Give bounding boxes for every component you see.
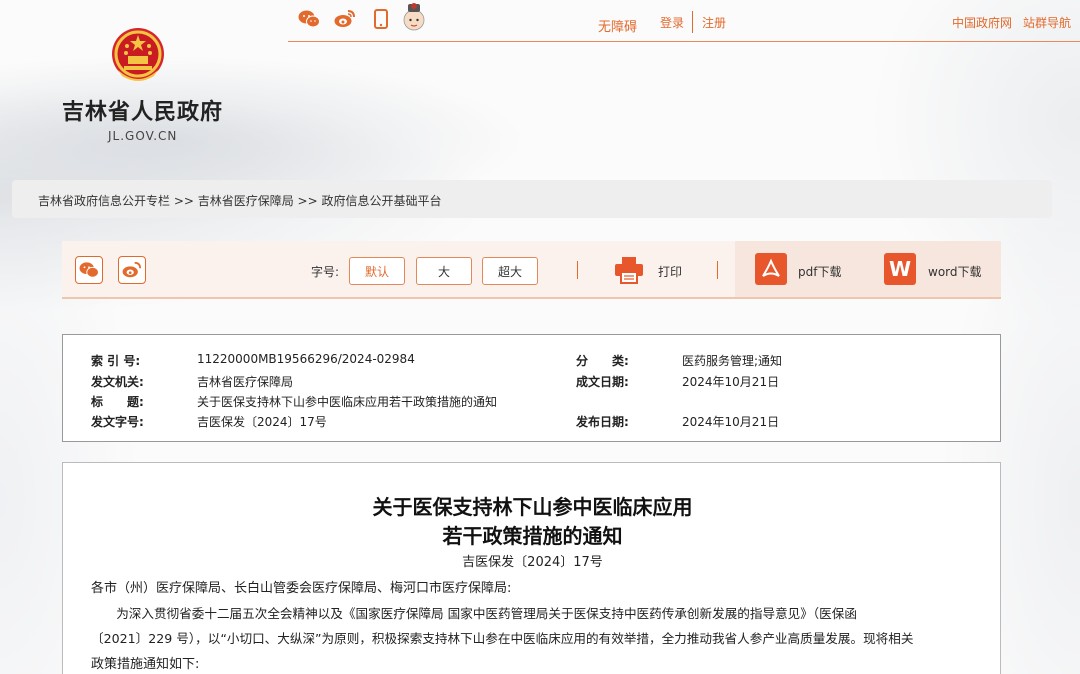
font-size-label: 字号: xyxy=(311,265,340,279)
meta-written-label: 成文日期: xyxy=(576,375,629,389)
meta-docno-value: 吉医保发〔2024〕17号 xyxy=(197,415,327,429)
word-download-button[interactable]: word下载 xyxy=(928,263,982,280)
article-paragraph-line: 为深入贯彻省委十二届五次全会精神以及《国家医疗保障局 国家中医药管理局关于医保支… xyxy=(91,606,857,621)
weibo-icon xyxy=(122,261,141,278)
toolbar-separator xyxy=(577,261,578,279)
meta-index-value: 11220000MB19566296/2024-02984 xyxy=(197,352,415,366)
pdf-icon[interactable] xyxy=(755,253,787,285)
article-paragraph-line: 政策措施通知如下: xyxy=(91,657,200,672)
download-panel: pdf下载 W word下载 xyxy=(735,241,1001,297)
share-wechat-button[interactable] xyxy=(75,256,103,284)
meta-issuer-label: 发文机关: xyxy=(91,375,144,389)
china-gov-link[interactable]: 中国政府网 xyxy=(952,14,1012,31)
register-link[interactable]: 注册 xyxy=(702,14,726,31)
top-separator xyxy=(692,11,693,33)
wechat-icon[interactable] xyxy=(298,8,320,30)
weibo-icon[interactable] xyxy=(334,8,356,30)
avatar-icon[interactable] xyxy=(402,2,426,32)
article-paragraph-line: 〔2021〕229 号），以“小切口、大纵深”为原则，积极探索支持林下山参在中医… xyxy=(91,631,914,646)
font-xlarge-button[interactable]: 超大 xyxy=(482,257,538,285)
article-title-line1: 关于医保支持林下山参中医临床应用 xyxy=(372,495,693,519)
article-body: 关于医保支持林下山参中医临床应用 若干政策措施的通知 吉医保发〔2024〕17号… xyxy=(62,462,1001,674)
word-icon[interactable]: W xyxy=(884,253,916,285)
meta-index-label: 索 引 号: xyxy=(91,354,141,368)
article-addressee: 各市（州）医疗保障局、长白山管委会医疗保障局、梅河口市医疗保障局: xyxy=(91,581,512,596)
pdf-download-button[interactable]: pdf下载 xyxy=(798,263,841,280)
meta-issuer-value: 吉林省医疗保障局 xyxy=(197,375,294,389)
site-nav-link[interactable]: 站群导航 xyxy=(1023,14,1071,31)
breadcrumb-bar: 吉林省政府信息公开专栏 >> 吉林省医疗保障局 >> 政府信息公开基础平台 xyxy=(12,180,1052,218)
meta-title-value: 关于医保支持林下山参中医临床应用若干政策措施的通知 xyxy=(197,395,498,409)
login-link[interactable]: 登录 xyxy=(660,14,684,31)
print-button[interactable]: 打印 xyxy=(658,263,682,280)
mobile-icon[interactable] xyxy=(370,8,392,30)
top-bar: 无障碍 登录 注册 中国政府网 站群导航 xyxy=(288,0,1080,42)
meta-docno-label: 发文字号: xyxy=(91,415,144,429)
article-title-line2: 若干政策措施的通知 xyxy=(442,524,623,548)
article-doc-number: 吉医保发〔2024〕17号 xyxy=(462,555,603,570)
share-weibo-button[interactable] xyxy=(118,256,146,284)
meta-title-label: 标 题: xyxy=(91,395,144,409)
meta-published-value: 2024年10月21日 xyxy=(682,415,780,429)
article-toolbar: 字号: 默认 大 超大 打印 pdf下载 W word下载 xyxy=(62,241,1001,299)
meta-written-value: 2024年10月21日 xyxy=(682,375,780,389)
meta-category-label: 分 类: xyxy=(576,354,629,368)
meta-category-value: 医药服务管理;通知 xyxy=(682,354,783,368)
toolbar-separator xyxy=(717,261,718,279)
top-icon-group xyxy=(298,8,392,30)
site-domain: JL.GOV.CN xyxy=(108,129,178,143)
meta-published-label: 发布日期: xyxy=(576,415,629,429)
accessible-mode-link[interactable]: 无障碍 xyxy=(598,16,637,35)
font-default-button[interactable]: 默认 xyxy=(349,257,405,285)
document-metadata: 索 引 号: 11220000MB19566296/2024-02984 分 类… xyxy=(62,334,1001,442)
printer-icon[interactable] xyxy=(614,256,644,284)
site-title: 吉林省人民政府 xyxy=(62,99,224,125)
breadcrumb[interactable]: 吉林省政府信息公开专栏 >> 吉林省医疗保障局 >> 政府信息公开基础平台 xyxy=(38,192,441,209)
wechat-icon xyxy=(79,262,99,278)
font-large-button[interactable]: 大 xyxy=(416,257,472,285)
national-emblem-icon xyxy=(112,28,164,81)
